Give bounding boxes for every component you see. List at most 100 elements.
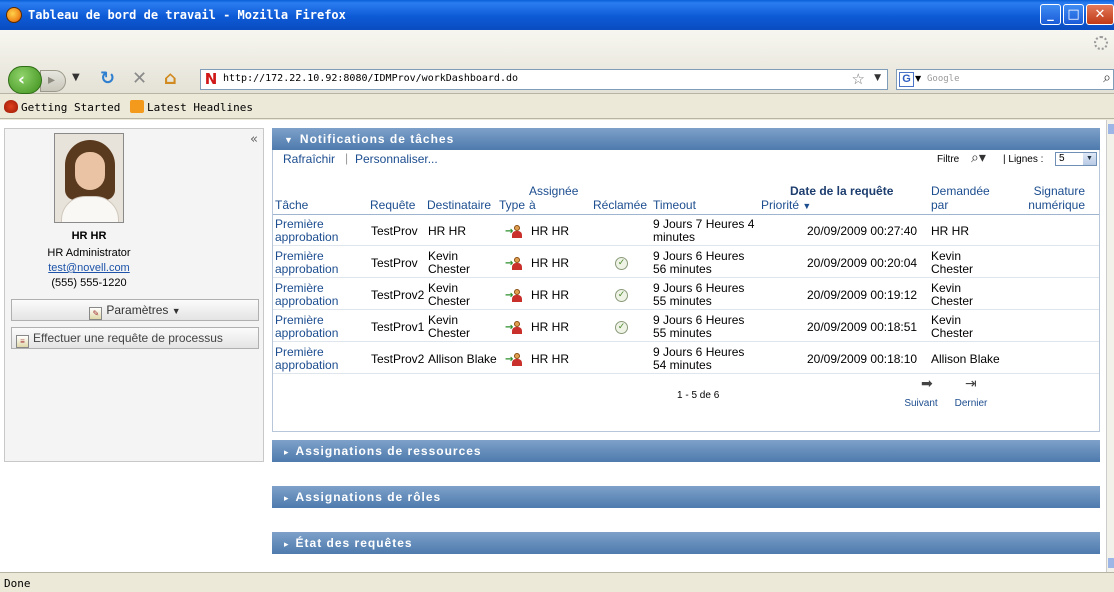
notifications-panel: Rafraîchir | Personnaliser... Filtre ⌕▾ … bbox=[272, 150, 1100, 432]
assigned-cell: HR HR bbox=[531, 288, 569, 302]
task-link[interactable]: Première approbation bbox=[275, 250, 338, 276]
bookmark-getting-started[interactable]: Getting Started bbox=[4, 100, 120, 114]
rss-icon bbox=[130, 100, 144, 113]
user-role: HR Administrator bbox=[47, 247, 131, 259]
settings-icon: ✎ bbox=[89, 307, 103, 320]
google-engine-icon[interactable]: G bbox=[899, 72, 914, 87]
rows-select[interactable]: 5 ▼ bbox=[1055, 152, 1097, 166]
column-request[interactable]: Requête bbox=[370, 198, 415, 212]
last-page-link[interactable]: Dernier bbox=[949, 398, 993, 409]
status-bar: Done bbox=[0, 572, 1114, 592]
column-date[interactable]: Date de la requête bbox=[790, 184, 893, 198]
expand-arrow-icon: ▸ bbox=[284, 539, 290, 549]
column-requested-by[interactable]: Demandée bbox=[931, 184, 990, 198]
user-profile-panel: « HR HR HR Administrator test@novell.com… bbox=[4, 128, 264, 462]
refresh-link[interactable]: Rafraîchir bbox=[283, 152, 335, 166]
request-cell: TestProv2 bbox=[371, 288, 425, 302]
column-assigned[interactable]: Assignée bbox=[529, 184, 578, 198]
recipient-cell: HR HR bbox=[428, 224, 466, 238]
scroll-down-button[interactable] bbox=[1108, 558, 1114, 568]
section-role-assignments[interactable]: ▸ Assignations de rôles bbox=[272, 486, 1100, 508]
recipient-cell: Kevin Chester bbox=[428, 313, 471, 340]
next-arrow-icon[interactable]: ➡ bbox=[921, 376, 933, 392]
next-page-link[interactable]: Suivant bbox=[901, 398, 941, 409]
expand-arrow-icon: ▸ bbox=[284, 493, 290, 503]
column-claimed[interactable]: Réclamée bbox=[593, 198, 647, 212]
history-dropdown-icon[interactable]: ▼ bbox=[72, 72, 80, 83]
address-bar[interactable]: N http://172.22.10.92:8080/IDMProv/workD… bbox=[200, 69, 888, 90]
navigation-toolbar: ▸ ‹ ▼ ↻ ✕ ⌂ N http://172.22.10.92:8080/I… bbox=[0, 30, 1114, 94]
process-request-button[interactable]: ≡ Effectuer une requête de processus bbox=[11, 327, 259, 349]
back-button[interactable]: ‹ bbox=[8, 66, 42, 94]
claimed-check-icon: ✓ bbox=[615, 257, 628, 270]
column-signature[interactable]: Signature bbox=[1023, 184, 1085, 198]
collapse-panel-icon[interactable]: « bbox=[250, 132, 258, 147]
section-request-status[interactable]: ▸ État des requêtes bbox=[272, 532, 1100, 554]
task-link[interactable]: Première approbation bbox=[275, 218, 338, 244]
user-email-link[interactable]: test@novell.com bbox=[5, 262, 173, 274]
forward-button[interactable]: ▸ bbox=[40, 70, 66, 92]
customize-link[interactable]: Personnaliser... bbox=[355, 152, 438, 166]
window-title-bar[interactable]: Tableau de bord de travail - Mozilla Fir… bbox=[0, 0, 1114, 30]
stop-icon[interactable]: ✕ bbox=[132, 68, 147, 89]
engine-dropdown-icon[interactable]: ▼ bbox=[915, 74, 921, 83]
requested-by-cell: HR HR bbox=[931, 224, 969, 238]
date-cell: 20/09/2009 00:18:51 bbox=[807, 320, 918, 334]
recipient-cell: Kevin Chester bbox=[428, 281, 471, 308]
table-row[interactable]: Première approbation TestProv HR HR → HR … bbox=[273, 215, 1099, 246]
column-recipient[interactable]: Destinataire bbox=[427, 198, 491, 212]
bookmark-star-icon[interactable]: ☆ bbox=[852, 70, 865, 88]
close-window-button[interactable]: ✕ bbox=[1086, 4, 1114, 25]
minimize-button[interactable]: _ bbox=[1040, 4, 1061, 25]
home-icon[interactable]: ⌂ bbox=[164, 68, 177, 89]
url-text[interactable]: http://172.22.10.92:8080/IDMProv/workDas… bbox=[223, 73, 518, 84]
url-dropdown-icon[interactable]: ▼ bbox=[874, 73, 881, 83]
column-assigned-line2: à bbox=[529, 198, 536, 212]
scroll-up-button[interactable] bbox=[1108, 124, 1114, 134]
site-favicon-icon: N bbox=[204, 70, 218, 88]
vertical-scrollbar[interactable] bbox=[1106, 120, 1114, 572]
maximize-button[interactable]: □ bbox=[1063, 4, 1084, 25]
search-box[interactable]: G ▼ Google ⌕ bbox=[896, 69, 1114, 90]
table-row[interactable]: Première approbation TestProv2 Kevin Chest… bbox=[273, 279, 1099, 310]
notifications-header[interactable]: ▼ Notifications de tâches bbox=[272, 128, 1100, 150]
last-arrow-icon[interactable]: ⇥ bbox=[965, 376, 977, 392]
table-row[interactable]: Première approbation TestProv1 Kevin Chest… bbox=[273, 311, 1099, 342]
task-link[interactable]: Première approbation bbox=[275, 346, 338, 372]
task-link[interactable]: Première approbation bbox=[275, 282, 338, 308]
settings-button[interactable]: ✎ Paramètres ▼ bbox=[11, 299, 259, 321]
throbber-icon bbox=[1094, 36, 1108, 50]
notifications-toolbar: Rafraîchir | Personnaliser... Filtre ⌕▾ … bbox=[273, 150, 1099, 168]
chevron-down-icon: ▼ bbox=[1083, 153, 1096, 165]
date-cell: 20/09/2009 00:18:10 bbox=[807, 352, 918, 366]
reload-icon[interactable]: ↻ bbox=[100, 68, 115, 89]
column-task[interactable]: Tâche bbox=[275, 198, 308, 212]
request-icon: ≡ bbox=[16, 335, 29, 348]
task-link[interactable]: Première approbation bbox=[275, 314, 338, 340]
recipient-cell: Kevin Chester bbox=[428, 249, 471, 276]
search-placeholder[interactable]: Google bbox=[927, 74, 960, 84]
timeout-cell: 9 Jours 6 Heures 56 minutes bbox=[653, 249, 745, 276]
requested-by-cell: Kevin Chester bbox=[931, 281, 974, 308]
assign-user-icon: → bbox=[505, 353, 523, 367]
rows-label: | Lignes : bbox=[1003, 154, 1044, 165]
user-photo bbox=[54, 133, 124, 223]
expand-arrow-icon: ▼ bbox=[284, 135, 294, 145]
section-resource-assignments[interactable]: ▸ Assignations de ressources bbox=[272, 440, 1100, 462]
column-timeout[interactable]: Timeout bbox=[653, 198, 696, 212]
bookmarks-toolbar: Getting Started Latest Headlines bbox=[0, 95, 1114, 119]
column-type[interactable]: Type bbox=[499, 198, 525, 212]
requested-by-cell: Allison Blake bbox=[931, 352, 1000, 366]
bookmark-latest-headlines[interactable]: Latest Headlines bbox=[130, 100, 253, 114]
column-requested-by-line2: par bbox=[931, 198, 949, 212]
table-row[interactable]: Première approbation TestProv Kevin Cheste… bbox=[273, 247, 1099, 278]
filter-icon[interactable]: ⌕▾ bbox=[971, 150, 986, 166]
table-row[interactable]: Première approbation TestProv2 Allison Bl… bbox=[273, 343, 1099, 374]
assigned-cell: HR HR bbox=[531, 320, 569, 334]
requested-by-cell: Kevin Chester bbox=[931, 313, 974, 340]
request-cell: TestProv2 bbox=[371, 352, 425, 366]
column-priority[interactable]: Priorité ▼ bbox=[761, 198, 811, 213]
search-icon[interactable]: ⌕ bbox=[1103, 70, 1111, 86]
date-cell: 20/09/2009 00:19:12 bbox=[807, 288, 918, 302]
user-name: HR HR bbox=[71, 230, 107, 242]
